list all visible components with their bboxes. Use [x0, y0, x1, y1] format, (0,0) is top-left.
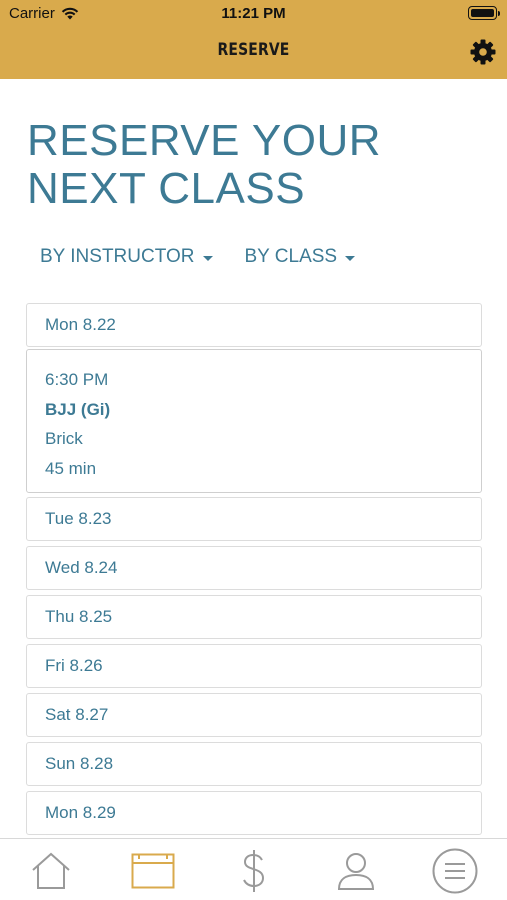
class-time: 6:30 PM [45, 370, 109, 389]
status-time: 11:21 PM [221, 5, 286, 22]
caret-down-icon [202, 255, 213, 261]
day-row-mon-8-22[interactable]: Mon 8.22 [26, 303, 482, 347]
day-row-tue-8-23[interactable]: Tue 8.23 [26, 497, 482, 541]
class-card[interactable]: 6:30 PM BJJ (Gi) Brick 45 min [26, 349, 482, 493]
class-duration: 45 min [45, 458, 97, 478]
caret-down-icon [345, 255, 356, 261]
day-row-fri-8-26[interactable]: Fri 8.26 [26, 644, 482, 688]
day-label: Thu 8.25 [45, 607, 113, 626]
gear-icon[interactable] [469, 38, 497, 66]
dollar-icon [243, 850, 265, 892]
filter-by-class-label: BY CLASS [244, 246, 338, 267]
tab-menu[interactable] [432, 848, 478, 894]
tab-profile[interactable] [333, 849, 379, 893]
page-title-line2: NEXT CLASS [27, 164, 306, 213]
class-instructor: Brick [45, 429, 83, 448]
filter-by-class[interactable]: BY CLASS [245, 246, 356, 268]
day-label: Sat 8.27 [45, 705, 109, 724]
tab-calendar[interactable] [130, 849, 176, 893]
page-title: RESERVE YOUR NEXT CLASS [27, 117, 487, 213]
filter-bar: BY INSTRUCTOR BY CLASS [40, 246, 356, 268]
battery-icon [468, 6, 500, 20]
filter-by-instructor[interactable]: BY INSTRUCTOR [40, 246, 213, 268]
day-label: Wed 8.24 [45, 558, 118, 577]
calendar-icon [131, 853, 175, 889]
page-title-line1: RESERVE YOUR [27, 116, 382, 165]
day-label: Fri 8.26 [45, 656, 103, 675]
day-label: Mon 8.22 [45, 315, 116, 334]
profile-icon [337, 853, 375, 890]
day-label: Mon 8.29 [45, 803, 116, 822]
tab-bar [0, 838, 507, 900]
menu-icon [432, 848, 478, 894]
day-row-sat-8-27[interactable]: Sat 8.27 [26, 693, 482, 737]
day-row-wed-8-24[interactable]: Wed 8.24 [26, 546, 482, 590]
tab-billing[interactable] [231, 849, 277, 893]
day-label: Sun 8.28 [45, 754, 114, 773]
day-row-mon-8-29[interactable]: Mon 8.29 [26, 791, 482, 835]
status-bar: Carrier 11:21 PM [0, 0, 507, 28]
day-label: Tue 8.23 [45, 509, 112, 528]
day-row-sun-8-28[interactable]: Sun 8.28 [26, 742, 482, 786]
class-name: BJJ (Gi) [45, 399, 111, 419]
filter-by-instructor-label: BY INSTRUCTOR [40, 246, 195, 267]
home-icon [32, 852, 70, 889]
top-bar: Carrier 11:21 PM RESERVE [0, 0, 507, 79]
header-title: RESERVE [217, 40, 290, 60]
day-row-thu-8-25[interactable]: Thu 8.25 [26, 595, 482, 639]
tab-home[interactable] [28, 849, 74, 893]
